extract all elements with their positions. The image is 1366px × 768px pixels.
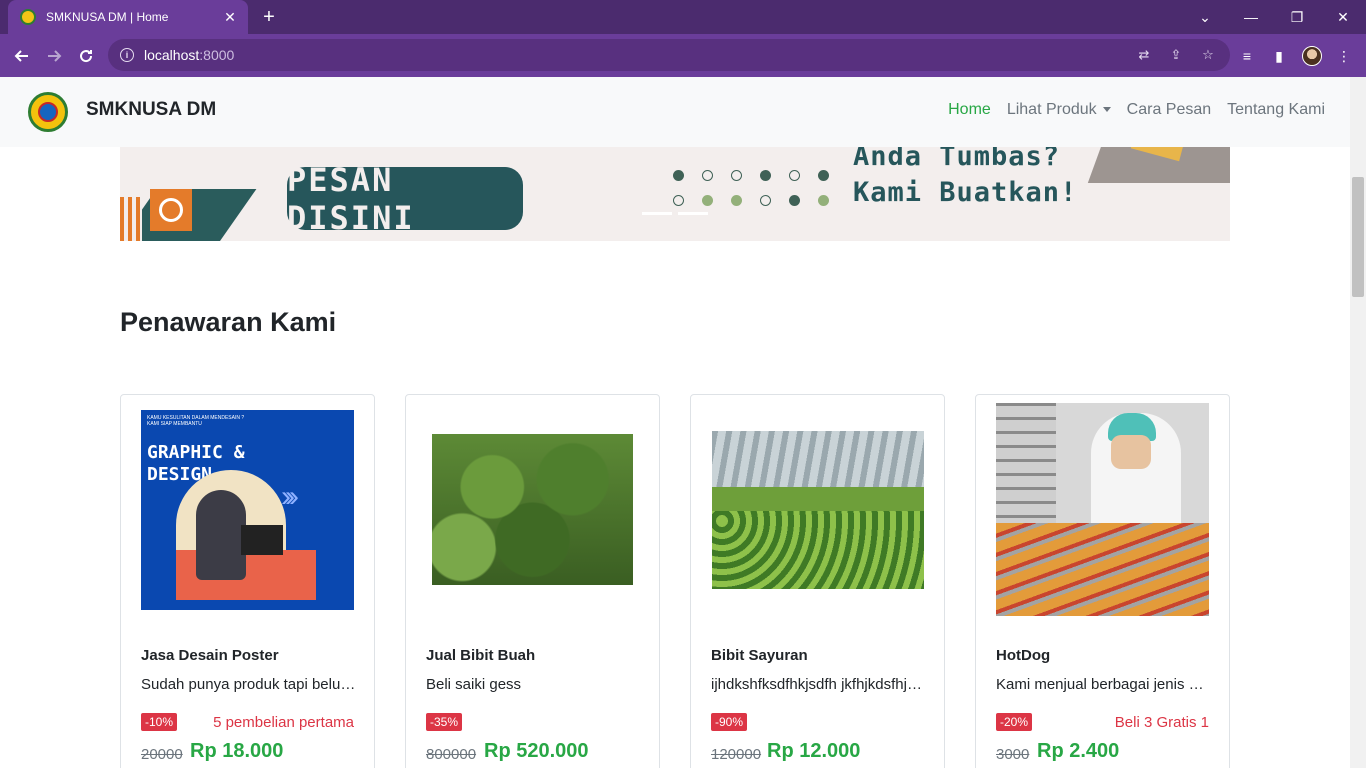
url-port: :8000 bbox=[199, 47, 235, 63]
close-window-icon[interactable]: ✕ bbox=[1320, 0, 1366, 34]
product-card[interactable]: Jual Bibit Buah Beli saiki gess -35% 800… bbox=[405, 394, 660, 768]
page-scrollbar[interactable] bbox=[1350, 77, 1366, 768]
nav-products-dropdown[interactable]: Lihat Produk bbox=[1007, 101, 1111, 119]
share-icon[interactable]: ⇪ bbox=[1162, 39, 1190, 71]
product-card[interactable]: KAMU KESULITAN DALAM MENDESAIN ? KAMI SI… bbox=[120, 394, 375, 768]
side-panel-icon[interactable]: ▮ bbox=[1265, 42, 1293, 70]
nav-how-to-order[interactable]: Cara Pesan bbox=[1127, 101, 1212, 119]
product-image[interactable] bbox=[711, 403, 924, 616]
product-title[interactable]: Jasa Desain Poster bbox=[141, 647, 279, 664]
browser-menu-icon[interactable]: ⋮ bbox=[1330, 42, 1358, 70]
discounted-price: Rp 12.000 bbox=[767, 740, 861, 762]
brand-name[interactable]: SMKNUSA DM bbox=[86, 99, 216, 121]
product-title[interactable]: HotDog bbox=[996, 647, 1050, 664]
browser-tab[interactable]: SMKNUSA DM | Home ✕ bbox=[8, 0, 248, 34]
product-image[interactable] bbox=[426, 403, 639, 616]
poster-subtext: KAMU KESULITAN DALAM MENDESAIN ? KAMI SI… bbox=[147, 414, 245, 427]
restore-icon[interactable]: ❐ bbox=[1274, 0, 1320, 34]
product-card[interactable]: Bibit Sayuran ijhdkshfksdfhkjsdfh jkfhjk… bbox=[690, 394, 945, 768]
forward-icon[interactable] bbox=[40, 42, 68, 70]
school-logo-icon[interactable] bbox=[28, 92, 68, 132]
order-here-button[interactable]: PESAN DISINI bbox=[287, 161, 523, 237]
product-title[interactable]: Jual Bibit Buah bbox=[426, 647, 535, 664]
profile-avatar[interactable] bbox=[1298, 42, 1326, 70]
original-price: 120000 bbox=[711, 746, 762, 763]
site-favicon-icon bbox=[20, 9, 36, 25]
product-title[interactable]: Bibit Sayuran bbox=[711, 647, 808, 664]
back-icon[interactable] bbox=[8, 42, 36, 70]
site-info-icon[interactable]: i bbox=[120, 48, 134, 62]
tab-title: SMKNUSA DM | Home bbox=[46, 10, 169, 24]
discount-badge: -35% bbox=[426, 713, 463, 731]
product-description: Kami menjual berbagai jenis hotdog bbox=[996, 676, 1211, 693]
nav-home[interactable]: Home bbox=[948, 101, 991, 119]
original-price: 20000 bbox=[141, 746, 183, 763]
url-host: localhost bbox=[144, 47, 200, 63]
nav-links: Home Lihat Produk Cara Pesan Tentang Kam… bbox=[948, 101, 1325, 119]
carousel-indicator-1[interactable] bbox=[642, 212, 672, 215]
browser-tab-strip: SMKNUSA DM | Home ✕ + ⌄ — ❐ ✕ bbox=[0, 0, 1366, 34]
address-bar[interactable]: i localhost:8000 ⇄ ⇪ ☆ bbox=[108, 39, 1230, 71]
discounted-price: Rp 2.400 bbox=[1037, 740, 1120, 762]
minimize-icon[interactable]: — bbox=[1228, 0, 1274, 34]
promo-text: 5 pembelian pertama bbox=[213, 714, 354, 731]
site-navbar: SMKNUSA DM Home Lihat Produk Cara Pesan … bbox=[0, 77, 1350, 147]
discount-badge: -10% bbox=[141, 713, 178, 731]
original-price: 800000 bbox=[426, 746, 477, 763]
banner-tagline: Anda Tumbas? Kami Buatkan! bbox=[853, 147, 1078, 208]
translate-icon[interactable]: ⇄ bbox=[1130, 39, 1158, 71]
promo-text: Beli 3 Gratis 1 bbox=[1114, 714, 1209, 731]
close-tab-icon[interactable]: ✕ bbox=[222, 9, 238, 25]
discount-badge: -20% bbox=[996, 713, 1033, 731]
original-price: 3000 bbox=[996, 746, 1030, 763]
product-description: ijhdkshfksdfhkjsdfh jkfhjkdsfhjkdsf bbox=[711, 676, 926, 693]
product-image[interactable] bbox=[996, 403, 1209, 616]
product-description: Beli saiki gess bbox=[426, 676, 522, 693]
carousel-indicator-2[interactable] bbox=[678, 212, 708, 215]
product-image[interactable]: KAMU KESULITAN DALAM MENDESAIN ? KAMI SI… bbox=[141, 403, 354, 616]
browser-toolbar: i localhost:8000 ⇄ ⇪ ☆ ≡ ▮ ⋮ bbox=[0, 34, 1366, 77]
new-tab-icon[interactable]: + bbox=[258, 6, 280, 28]
discounted-price: Rp 18.000 bbox=[190, 740, 284, 762]
reading-list-icon[interactable]: ≡ bbox=[1233, 42, 1261, 70]
product-description: Sudah punya produk tapi belum punya post… bbox=[141, 676, 356, 693]
product-card[interactable]: HotDog Kami menjual berbagai jenis hotdo… bbox=[975, 394, 1230, 768]
bookmark-star-icon[interactable]: ☆ bbox=[1194, 39, 1222, 71]
scrollbar-thumb[interactable] bbox=[1352, 177, 1364, 297]
nav-about-us[interactable]: Tentang Kami bbox=[1227, 101, 1325, 119]
tab-search-icon[interactable]: ⌄ bbox=[1182, 0, 1228, 34]
hero-banner[interactable]: PESAN DISINI Anda Tumbas? Kami Buatkan! bbox=[120, 147, 1230, 241]
caret-down-icon bbox=[1102, 107, 1111, 113]
discounted-price: Rp 520.000 bbox=[484, 740, 589, 762]
discount-badge: -90% bbox=[711, 713, 748, 731]
section-title: Penawaran Kami bbox=[120, 307, 337, 337]
page-viewport: PESAN DISINI Anda Tumbas? Kami Buatkan! … bbox=[0, 77, 1350, 768]
reload-icon[interactable] bbox=[72, 42, 100, 70]
